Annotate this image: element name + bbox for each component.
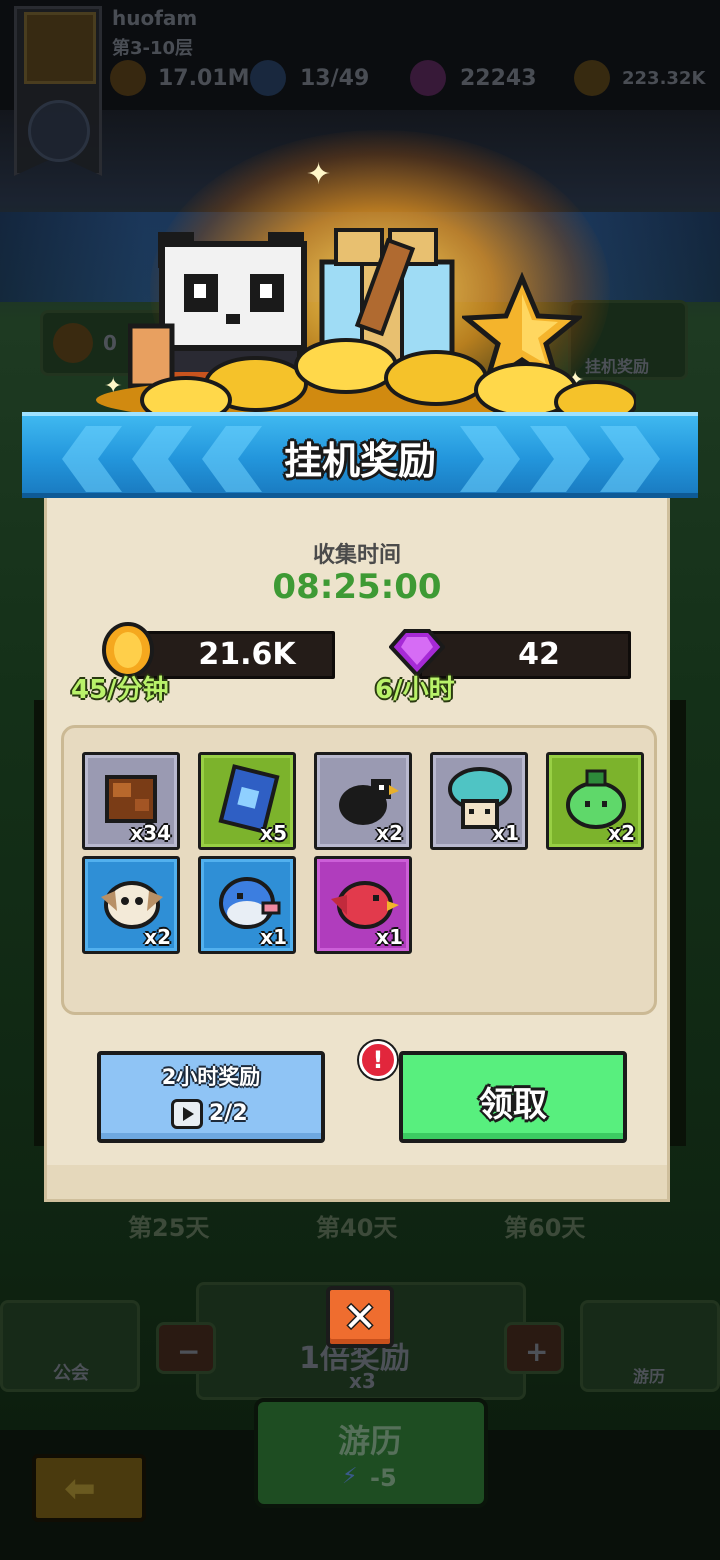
minus-icon: − xyxy=(177,1335,201,1368)
item-quantity: x1 xyxy=(376,925,403,949)
close-button[interactable]: ✕ xyxy=(326,1286,394,1348)
guild-button[interactable]: 公会 xyxy=(0,1300,140,1392)
back-button[interactable]: ⬅ xyxy=(32,1454,146,1522)
collect-time-label: 收集时间 xyxy=(312,543,401,568)
top-resource-bar: huofam 第3-10层 17.01M 13/49 22243 223.32K xyxy=(0,0,720,176)
background-strip-right xyxy=(668,700,686,1146)
player-name: huofam xyxy=(112,6,198,30)
two-hour-reward-label: 2小时奖励 xyxy=(161,1065,261,1089)
reward-items-grid: x34 x5 x2 x1 x2 x2 x1 x1 xyxy=(61,725,657,1015)
travel-side-label: 游历 xyxy=(633,1367,666,1386)
increase-button[interactable]: + xyxy=(504,1322,564,1374)
reward-item[interactable]: x5 xyxy=(198,752,296,850)
travel-side-button[interactable]: 游历 xyxy=(580,1300,720,1392)
go-travel-label: 游历 xyxy=(338,1422,403,1460)
go-travel-button[interactable]: 游历 ⚡ -5 xyxy=(254,1398,488,1508)
reward-item[interactable]: x34 xyxy=(82,752,180,850)
reward-item[interactable]: x1 xyxy=(430,752,528,850)
sparkle-icon: ✦ xyxy=(306,157,332,192)
gold-value: 223.32K xyxy=(622,68,706,89)
player-stage: 第3-10层 xyxy=(112,38,194,59)
plus-icon: + xyxy=(525,1335,549,1368)
day-milestone-label: 第40天 xyxy=(316,1214,398,1242)
rank-emblem-icon xyxy=(28,100,90,162)
panel-footer xyxy=(47,1165,667,1199)
item-quantity: x2 xyxy=(376,821,403,845)
item-quantity: x34 xyxy=(130,821,171,845)
gem-icon xyxy=(410,60,446,96)
gold-amount: 21.6K xyxy=(198,637,296,672)
dialog-title-ribbon: 挂机奖励 xyxy=(4,412,716,516)
energy-value: 13/49 xyxy=(300,66,370,91)
item-quantity: x2 xyxy=(608,821,635,845)
reward-item[interactable]: x1 xyxy=(314,856,412,954)
claim-button-label: 领取 xyxy=(479,1085,547,1125)
close-icon: ✕ xyxy=(343,1295,377,1341)
two-hour-reward-button[interactable]: 2小时奖励 2/2 ! xyxy=(97,1041,397,1143)
day-milestone-label: 第60天 xyxy=(504,1214,586,1242)
back-arrow-icon: ⬅ xyxy=(64,1466,96,1510)
power-icon xyxy=(110,60,146,96)
day-milestone-label: 第25天 xyxy=(128,1214,210,1242)
multiplier-cost: x3 xyxy=(349,1369,376,1393)
idle-reward-panel: 收集时间 08:25:00 21.6K 45/分钟 42 6/小时 x34 x5… xyxy=(44,490,670,1202)
item-quantity: x1 xyxy=(492,821,519,845)
dialog-title: 挂机奖励 xyxy=(283,439,436,483)
energy-icon xyxy=(250,60,286,96)
claim-button[interactable]: 领取 xyxy=(399,1051,627,1143)
gem-rate: 6/小时 xyxy=(375,675,455,705)
item-quantity: x1 xyxy=(260,925,287,949)
gem-value: 22243 xyxy=(460,66,537,91)
video-play-icon xyxy=(171,1099,203,1129)
reward-item[interactable]: x2 xyxy=(314,752,412,850)
item-quantity: x5 xyxy=(260,821,287,845)
guild-label: 公会 xyxy=(53,1363,89,1384)
alert-badge-icon: ! xyxy=(359,1041,397,1079)
reward-item[interactable]: x2 xyxy=(546,752,644,850)
gold-icon xyxy=(574,60,610,96)
gold-rate: 45/分钟 xyxy=(71,675,169,705)
gem-amount: 42 xyxy=(518,637,560,672)
two-hour-reward-count: 2/2 xyxy=(209,1101,248,1126)
go-travel-cost: -5 xyxy=(370,1464,397,1492)
reward-item[interactable]: x1 xyxy=(198,856,296,954)
player-avatar xyxy=(24,12,96,84)
power-value: 17.01M xyxy=(158,66,250,91)
coin-pile-icon xyxy=(96,338,636,420)
item-quantity: x2 xyxy=(144,925,171,949)
decrease-button[interactable]: − xyxy=(156,1322,216,1374)
collect-time-value: 08:25:00 xyxy=(272,567,442,607)
coin-icon xyxy=(53,323,93,363)
reward-item[interactable]: x2 xyxy=(82,856,180,954)
lightning-icon: ⚡ xyxy=(342,1464,358,1489)
